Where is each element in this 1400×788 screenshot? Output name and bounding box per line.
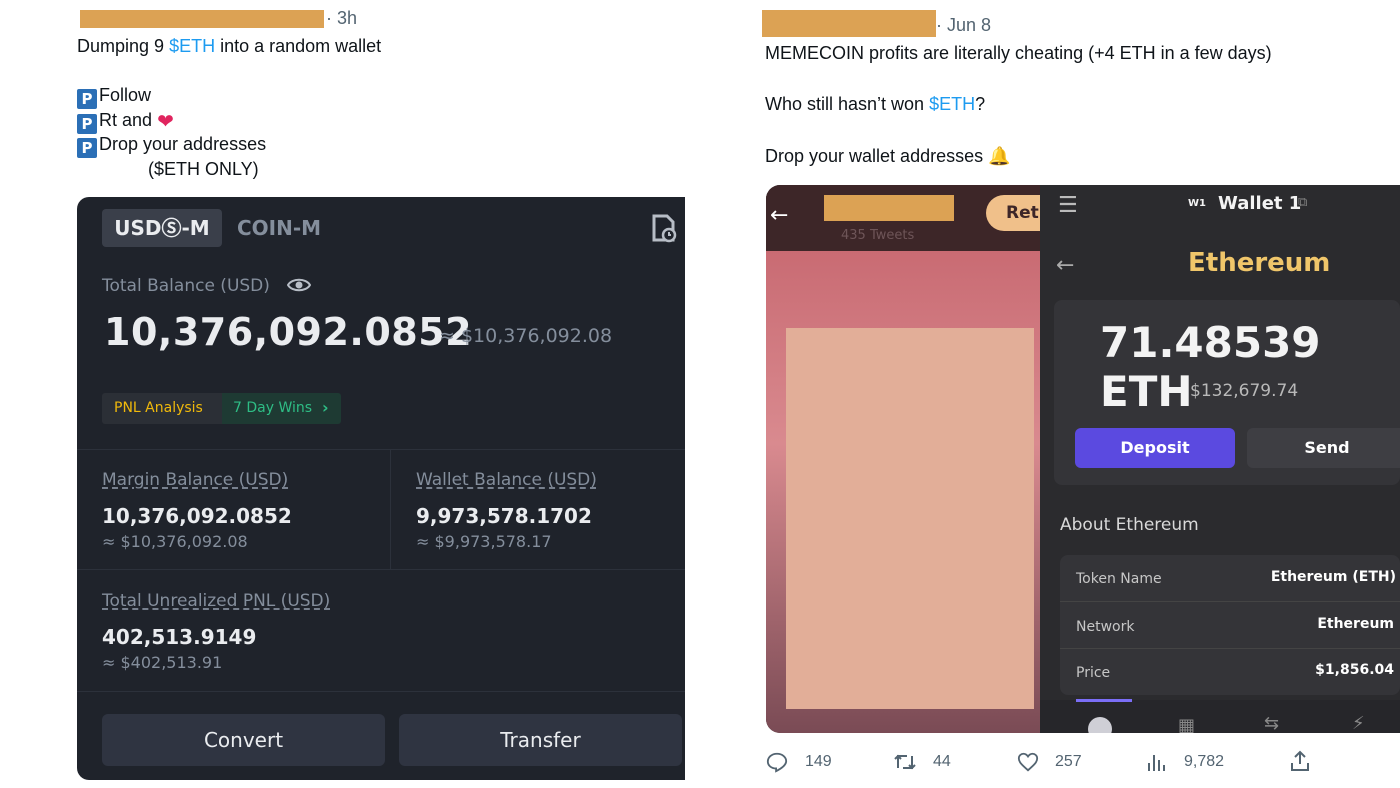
margin-balance-approx: ≈ $10,376,092.08: [102, 532, 248, 551]
divider: [390, 449, 391, 569]
divider: [77, 691, 685, 692]
token-name-label: Token Name: [1076, 571, 1162, 587]
convert-button[interactable]: Convert: [102, 714, 385, 766]
list-item-follow: P Follow: [77, 83, 151, 109]
back-arrow-icon[interactable]: ←: [1056, 253, 1074, 278]
retweet-chip-label: Ret: [1006, 203, 1039, 223]
like-icon[interactable]: [1017, 751, 1039, 778]
price-label: Price: [1076, 665, 1111, 681]
unrealized-pnl-value: 402,513.9149: [102, 625, 257, 649]
cashtag-link[interactable]: $ETH: [169, 36, 215, 56]
list-text: Rt and: [99, 110, 153, 130]
tweet-time[interactable]: · Jun 8: [936, 13, 991, 37]
usd-balance: $132,679.74: [1190, 381, 1299, 401]
redacted-username: [80, 10, 324, 28]
like-count: 257: [1055, 753, 1082, 770]
divider: [77, 449, 685, 450]
tweet-text-line3: Drop your wallet addresses 🔔: [765, 144, 1011, 168]
tweets-count: 435 Tweets: [841, 228, 915, 243]
exchange-screenshot[interactable]: USDⓈ-M COIN-M Total Balance (USD) 10,376…: [77, 197, 685, 780]
wallet-balance-approx: ≈ $9,973,578.17: [416, 532, 552, 551]
network-value: Ethereum: [1317, 616, 1394, 632]
menu-icon[interactable]: ☰: [1058, 193, 1078, 218]
transfer-button[interactable]: Transfer: [399, 714, 682, 766]
retweet-icon[interactable]: [893, 751, 917, 778]
wallet-panel: ☰ W1 Wallet 1 ⧉ ← Ethereum 71.48539 ETH …: [1040, 185, 1400, 733]
lightning-icon[interactable]: ⚡: [1352, 713, 1365, 733]
eth-only-note: ($ETH ONLY): [148, 159, 259, 179]
retweet-chip[interactable]: Ret: [986, 195, 1046, 231]
day-wins-chip[interactable]: 7 Day Wins ›: [222, 393, 341, 424]
chevron-right-icon: ›: [322, 398, 329, 417]
pnl-analysis-chip[interactable]: PNL Analysis: [102, 393, 222, 424]
redacted-photo: [786, 328, 1034, 709]
token-title: Ethereum: [1188, 248, 1331, 278]
tweet-text-line2: Who still hasn’t won $ETH?: [765, 92, 985, 116]
tab-coin-m[interactable]: COIN-M: [237, 209, 321, 247]
pnl-analysis-label: PNL Analysis: [114, 400, 203, 416]
wallet-balance-value: 9,973,578.1702: [416, 504, 592, 528]
total-balance-label: Total Balance (USD): [102, 276, 270, 296]
margin-balance-label[interactable]: Margin Balance (USD): [102, 470, 288, 490]
copy-icon[interactable]: ⧉: [1298, 195, 1307, 210]
grid-icon[interactable]: ▦: [1178, 715, 1195, 733]
reply-icon[interactable]: [766, 751, 788, 778]
deposit-button[interactable]: Deposit: [1075, 428, 1235, 468]
p-badge-icon: P: [77, 114, 97, 134]
tweet-text: Drop your wallet addresses: [765, 146, 984, 166]
nav-active-indicator: [1076, 699, 1132, 702]
price-value: $1,856.04: [1315, 662, 1394, 678]
bell-icon: 🔔: [988, 146, 1011, 166]
send-button[interactable]: Send: [1247, 428, 1400, 468]
retweet-count: 44: [933, 753, 951, 770]
unrealized-pnl-approx: ≈ $402,513.91: [102, 653, 223, 672]
token-name-value: Ethereum (ETH): [1270, 569, 1396, 585]
eye-icon[interactable]: [286, 276, 312, 298]
views-icon[interactable]: [1146, 751, 1168, 778]
day-wins-label: 7 Day Wins: [233, 400, 313, 416]
eth-balance: 71.48539 ETH: [1100, 318, 1321, 416]
margin-balance-value: 10,376,092.0852: [102, 504, 292, 528]
share-icon[interactable]: [1289, 750, 1311, 777]
views-count: 9,782: [1184, 753, 1225, 770]
tweet-text-line1: MEMECOIN profits are literally cheating …: [765, 43, 1272, 63]
tweet-time[interactable]: · 3h: [326, 6, 357, 30]
divider: [77, 569, 685, 570]
back-arrow-icon[interactable]: ←: [770, 203, 788, 228]
wallet-balance-label[interactable]: Wallet Balance (USD): [416, 470, 597, 490]
list-text: Follow: [99, 85, 152, 105]
divider: [1060, 601, 1400, 602]
wallet-badge: W1: [1188, 198, 1206, 209]
swap-icon[interactable]: ⇆: [1264, 713, 1279, 733]
wallet-name[interactable]: Wallet 1: [1218, 193, 1301, 214]
p-badge-icon: P: [77, 138, 97, 158]
tweet-text: ?: [975, 94, 986, 114]
list-item-rt: P Rt and ❤: [77, 108, 174, 134]
heart-icon: ❤: [157, 111, 174, 133]
tweet-text: Who still hasn’t won: [765, 94, 930, 114]
tweet-text: Dumping 9: [77, 36, 170, 56]
reply-count: 149: [805, 753, 832, 770]
history-icon[interactable]: [651, 213, 677, 243]
total-balance-value: 10,376,092.0852: [104, 310, 473, 354]
p-badge-icon: P: [77, 89, 97, 109]
tab-usds-m[interactable]: USDⓈ-M: [102, 209, 222, 247]
total-balance-approx: ≈ $10,376,092.08: [439, 325, 613, 347]
network-label: Network: [1076, 619, 1135, 635]
redacted-profile-name: [824, 195, 954, 221]
wallet-screenshot[interactable]: ← 435 Tweets Ret ☰ W1 Wallet 1 ⧉ ← Ether…: [766, 185, 1400, 733]
tweet-text-line1: Dumping 9 $ETH into a random wallet: [77, 34, 381, 58]
cashtag-link[interactable]: $ETH: [929, 94, 975, 114]
divider: [1060, 648, 1400, 649]
redacted-username: [762, 10, 936, 37]
list-text: Drop your addresses: [99, 134, 267, 154]
list-item-drop: P Drop your addresses: [77, 132, 266, 158]
about-heading: About Ethereum: [1060, 515, 1199, 535]
unrealized-pnl-label[interactable]: Total Unrealized PNL (USD): [102, 591, 330, 611]
tweet-text: into a random wallet: [215, 36, 382, 56]
